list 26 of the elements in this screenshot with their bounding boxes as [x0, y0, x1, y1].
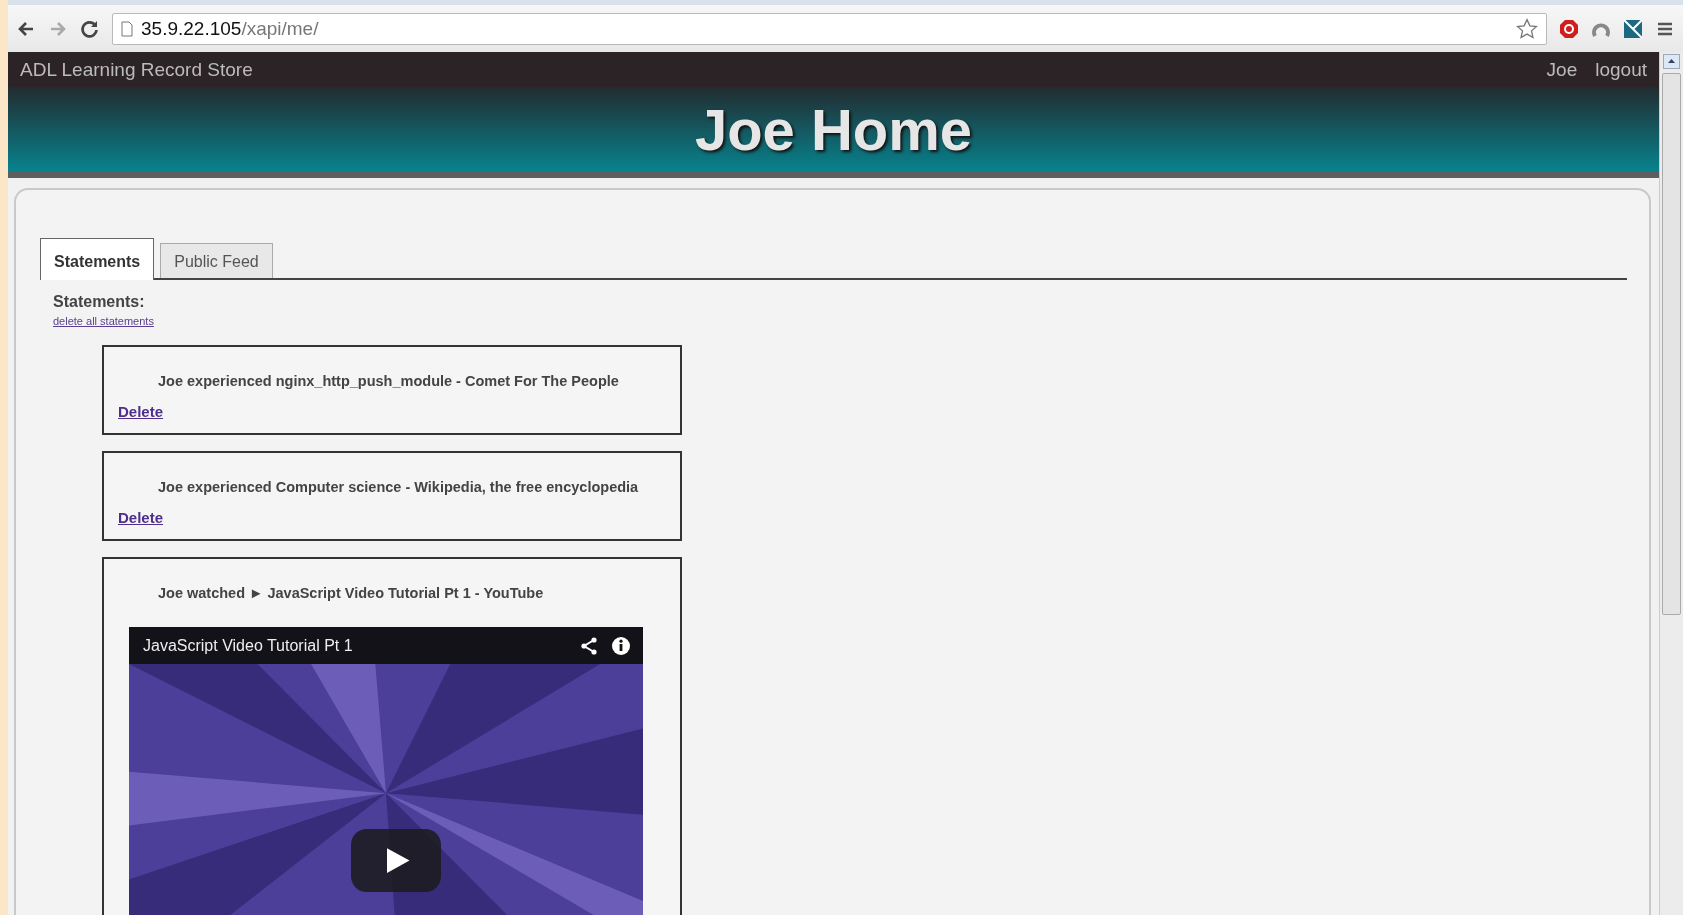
statement-text: Joe experienced nginx_http_push_module - Comet For The People	[157, 373, 620, 389]
nav-link[interactable]: logout	[1595, 58, 1647, 81]
tab[interactable]: Public Feed	[160, 243, 273, 278]
tab[interactable]: Statements	[40, 238, 155, 280]
scroll-up-icon[interactable]	[1663, 54, 1680, 69]
nav-link[interactable]: Joe	[1546, 58, 1578, 81]
share-icon[interactable]	[579, 635, 599, 656]
url-text: 35.9.22.105/xapi/me/	[141, 17, 320, 40]
scrollbar[interactable]	[1659, 52, 1683, 915]
video-title: JavaScript Video Tutorial Pt 1	[143, 636, 354, 655]
delete-link[interactable]: Delete	[118, 403, 164, 420]
video-player[interactable]: JavaScript Video Tutorial Pt 1	[129, 627, 643, 915]
extension-icon[interactable]	[1623, 18, 1643, 39]
page-title: Joe Home	[694, 96, 973, 163]
delete-all-link[interactable]: delete all statements	[53, 315, 154, 327]
statement-text: Joe watched ► JavaScript Video Tutorial Pt 1 - YouTube	[157, 585, 545, 601]
brand-link[interactable]: ADL Learning Record Store	[20, 58, 253, 81]
page-icon	[121, 20, 133, 37]
reload-icon[interactable]	[80, 18, 100, 39]
delete-link[interactable]: Delete	[118, 509, 164, 526]
statement-text: Joe experienced Computer science - Wikipedia, the free encyclopedia	[157, 479, 640, 495]
address-bar[interactable]: 35.9.22.105/xapi/me/	[112, 12, 1547, 45]
play-icon[interactable]	[351, 829, 441, 892]
info-icon[interactable]	[611, 635, 631, 656]
section-heading: Statements:	[53, 293, 146, 311]
star-icon[interactable]	[1516, 17, 1538, 40]
